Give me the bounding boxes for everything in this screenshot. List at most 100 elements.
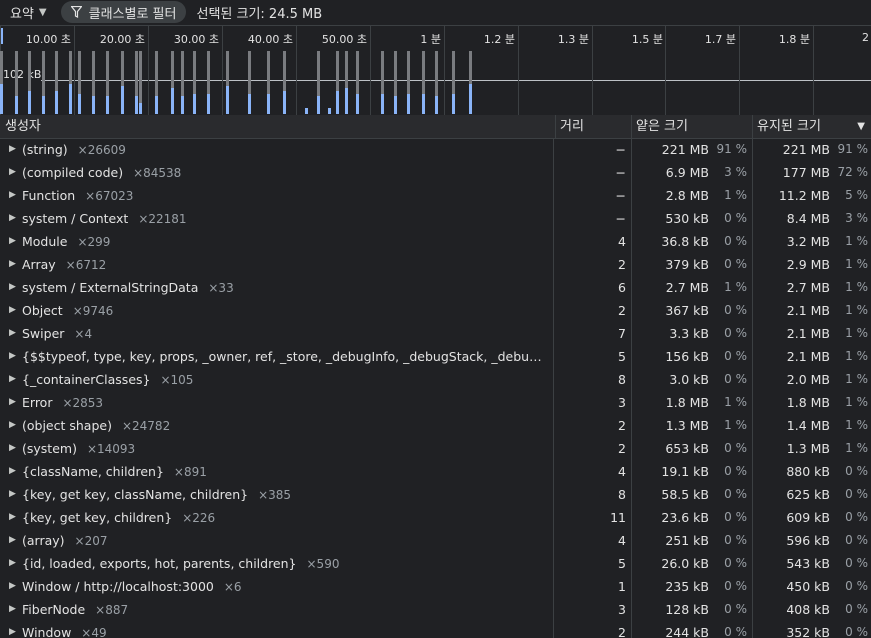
table-row[interactable]: ▶ Function ×67023 − 2.8 MB 1 % 11.2 MB 5 %: [0, 184, 871, 207]
shallow-size-value: 2.8 MB: [665, 188, 709, 203]
retained-size-value: 11.2 MB: [778, 188, 830, 203]
expand-triangle-icon[interactable]: ▶: [9, 253, 16, 276]
table-row[interactable]: ▶ Swiper ×4 7 3.3 kB 0 % 2.1 MB 1 %: [0, 322, 871, 345]
retained-size-value: 2.7 MB: [786, 280, 830, 295]
allocation-bar-freed: [92, 51, 95, 96]
table-row[interactable]: ▶ (system) ×14093 2 653 kB 0 % 1.3 MB 1 %: [0, 437, 871, 460]
expand-triangle-icon[interactable]: ▶: [9, 138, 16, 161]
instance-count: ×226: [182, 511, 216, 525]
shallow-size-value: 1.3 MB: [665, 418, 709, 433]
distance-value: −: [615, 165, 626, 180]
expand-triangle-icon[interactable]: ▶: [9, 529, 16, 552]
table-row[interactable]: ▶ Error ×2853 3 1.8 MB 1 % 1.8 MB 1 %: [0, 391, 871, 414]
constructor-name: (array) ×207: [22, 529, 108, 553]
expand-triangle-icon[interactable]: ▶: [9, 460, 16, 483]
retained-size-percent: 1 %: [845, 257, 868, 271]
column-header-constructor[interactable]: 생성자: [0, 115, 555, 138]
retained-size-percent: 0 %: [845, 510, 868, 524]
column-header-distance[interactable]: 거리: [555, 115, 631, 138]
table-row[interactable]: ▶ system / Context ×22181 − 530 kB 0 % 8.4 MB 3…: [0, 207, 871, 230]
view-select[interactable]: 요약 ▼: [10, 3, 47, 22]
distance-value: −: [615, 142, 626, 157]
table-row[interactable]: ▶ Array ×6712 2 379 kB 0 % 2.9 MB 1 %: [0, 253, 871, 276]
caret-down-icon: ▼: [38, 6, 47, 18]
table-row[interactable]: ▶ {key, get key, className, children} ×385…: [0, 483, 871, 506]
expand-triangle-icon[interactable]: ▶: [9, 322, 16, 345]
expand-triangle-icon[interactable]: ▶: [9, 437, 16, 460]
expand-triangle-icon[interactable]: ▶: [9, 230, 16, 253]
table-row[interactable]: ▶ {$$typeof, type, key, props, _owner, re…: [0, 345, 871, 368]
constructor-name: Error ×2853: [22, 391, 103, 415]
allocation-bar-live: [106, 96, 109, 114]
constructor-label: Function: [22, 188, 76, 203]
allocation-bar-freed: [106, 51, 109, 96]
table-row[interactable]: ▶ Module ×299 4 36.8 kB 0 % 3.2 MB 1 %: [0, 230, 871, 253]
table-row[interactable]: ▶ FiberNode ×887 3 128 kB 0 % 408 kB 0 %: [0, 598, 871, 621]
shallow-size-percent: 0 %: [724, 602, 747, 616]
constructor-label: {$$typeof, type, key, props, _owner, ref…: [22, 349, 544, 364]
table-row[interactable]: ▶ Object ×9746 2 367 kB 0 % 2.1 MB 1 %: [0, 299, 871, 322]
timeline-tick-label: 1 분: [420, 33, 441, 46]
expand-triangle-icon[interactable]: ▶: [9, 276, 16, 299]
expand-triangle-icon[interactable]: ▶: [9, 345, 16, 368]
expand-triangle-icon[interactable]: ▶: [9, 598, 16, 621]
distance-value: −: [615, 211, 626, 226]
retained-size-percent: 0 %: [845, 464, 868, 478]
timeline-gridline: [444, 26, 445, 115]
expand-triangle-icon[interactable]: ▶: [9, 506, 16, 529]
distance-value: 1: [618, 579, 626, 594]
distance-value: 3: [618, 602, 626, 617]
shallow-size-percent: 0 %: [724, 349, 747, 363]
constructor-label: {_containerClasses}: [22, 372, 151, 387]
allocation-bar-live: [171, 88, 174, 114]
allocation-bar: [135, 26, 138, 114]
column-header-shallow-size[interactable]: 얕은 크기: [631, 115, 752, 138]
retained-size-percent: 1 %: [845, 326, 868, 340]
timeline-gridline: [739, 26, 740, 115]
shallow-size-value: 244 kB: [665, 625, 709, 638]
column-header-retained-size[interactable]: 유지된 크기 ▼: [752, 115, 871, 138]
allocation-timeline[interactable]: 102 kB 10.00 초 20.00 초 30.00 초 40.00 초 50.00…: [0, 25, 871, 117]
retained-size-percent: 0 %: [845, 625, 868, 638]
table-row[interactable]: ▶ {key, get key, children} ×226 11 23.6 kB 0 …: [0, 506, 871, 529]
table-row[interactable]: ▶ {_containerClasses} ×105 8 3.0 kB 0 % 2.0 MB…: [0, 368, 871, 391]
shallow-size-percent: 0 %: [724, 556, 747, 570]
expand-triangle-icon[interactable]: ▶: [9, 207, 16, 230]
expand-triangle-icon[interactable]: ▶: [9, 184, 16, 207]
expand-triangle-icon[interactable]: ▶: [9, 368, 16, 391]
table-row[interactable]: ▶ (object shape) ×24782 2 1.3 MB 1 % 1.4 MB 1 %: [0, 414, 871, 437]
table-row[interactable]: ▶ Window / http://localhost:3000 ×6 1 235 kB…: [0, 575, 871, 598]
allocation-bar: [345, 26, 348, 114]
expand-triangle-icon[interactable]: ▶: [9, 414, 16, 437]
table-row[interactable]: ▶ Window ×49 2 244 kB 0 % 352 kB 0 %: [0, 621, 871, 638]
allocation-bar: [106, 26, 109, 114]
filter-by-class-button[interactable]: 클래스별로 필터: [60, 1, 187, 23]
allocation-bar-live: [394, 96, 397, 114]
table-row[interactable]: ▶ system / ExternalStringData ×33 6 2.7 MB 1 …: [0, 276, 871, 299]
expand-triangle-icon[interactable]: ▶: [9, 621, 16, 638]
expand-triangle-icon[interactable]: ▶: [9, 552, 16, 575]
constructor-label: Module: [22, 234, 68, 249]
table-row[interactable]: ▶ (string) ×26609 − 221 MB 91 % 221 MB 91 %: [0, 138, 871, 161]
expand-triangle-icon[interactable]: ▶: [9, 483, 16, 506]
table-row[interactable]: ▶ (array) ×207 4 251 kB 0 % 596 kB 0 %: [0, 529, 871, 552]
expand-triangle-icon[interactable]: ▶: [9, 299, 16, 322]
instance-count: ×299: [77, 235, 111, 249]
table-row[interactable]: ▶ {className, children} ×891 4 19.1 kB 0 % 880…: [0, 460, 871, 483]
table-row[interactable]: ▶ {id, loaded, exports, hot, parents, chi…: [0, 552, 871, 575]
allocation-bar-freed: [207, 51, 210, 94]
expand-triangle-icon[interactable]: ▶: [9, 575, 16, 598]
timeline-tick-label: 1.8 분: [778, 33, 810, 46]
constructor-label: (string): [22, 142, 68, 157]
constructor-name: Module ×299: [22, 230, 110, 254]
allocation-bar-live: [267, 94, 270, 114]
allocation-bar-live: [139, 103, 142, 114]
expand-triangle-icon[interactable]: ▶: [9, 391, 16, 414]
allocation-bar-freed: [193, 51, 196, 94]
distance-value: 5: [618, 349, 626, 364]
table-row[interactable]: ▶ (compiled code) ×84538 − 6.9 MB 3 % 177 MB 72…: [0, 161, 871, 184]
retained-size-value: 1.8 MB: [786, 395, 830, 410]
timeline-tick-label: 1.3 분: [557, 33, 589, 46]
retained-size-value: 352 kB: [786, 625, 830, 638]
expand-triangle-icon[interactable]: ▶: [9, 161, 16, 184]
